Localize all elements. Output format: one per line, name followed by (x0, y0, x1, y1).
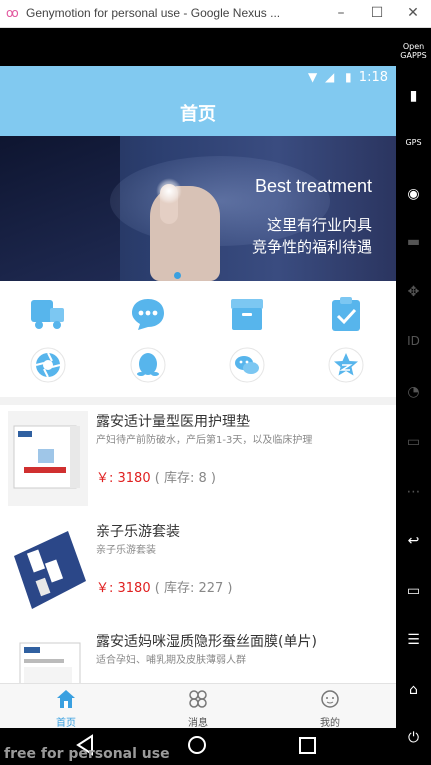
truck-icon[interactable] (30, 296, 66, 332)
product-image (8, 521, 88, 616)
messages-widget-icon[interactable]: ▭ (396, 434, 431, 450)
home-nav-icon[interactable] (188, 736, 206, 754)
signal-icon: ◢ (325, 70, 335, 84)
window-title: Genymotion for personal use - Google Nex… (26, 6, 281, 20)
media-widget-icon[interactable]: ▬ (396, 234, 431, 250)
carousel-indicator-dot[interactable] (174, 272, 181, 279)
tab-profile[interactable]: 我的 (264, 684, 396, 728)
tab-profile-label: 我的 (320, 718, 340, 728)
home-icon (57, 690, 75, 708)
tab-messages-label: 消息 (188, 718, 208, 728)
shutter-icon[interactable] (30, 347, 66, 383)
banner-line1: 这里有行业内具 (266, 216, 372, 234)
banner-headline: Best treatment (254, 176, 372, 196)
camera-widget-icon[interactable]: ◉ (396, 186, 431, 202)
genymotion-logo: oo (6, 6, 19, 20)
id-widget-icon[interactable]: ID (396, 334, 431, 348)
wifi-icon: ▼ (308, 70, 318, 84)
emulator-top-bezel (0, 28, 396, 66)
clover-icon (189, 690, 207, 708)
tab-home-label: 首页 (56, 718, 76, 728)
home-side-icon[interactable]: ⌂ (396, 682, 431, 698)
minimize-icon[interactable]: – (330, 2, 352, 24)
product-image (8, 411, 88, 506)
rss-widget-icon[interactable]: ◔ (396, 384, 431, 400)
status-time: 1:18 (358, 70, 388, 85)
banner-touch-glow (156, 178, 182, 204)
product-name: 亲子乐游套装 (96, 524, 180, 540)
status-bar: ▼ ◢ ▮ 1:18 (0, 66, 396, 90)
section-divider (0, 397, 396, 405)
wechat-icon[interactable] (229, 347, 265, 383)
recents-icon[interactable] (299, 737, 316, 754)
maximize-icon[interactable]: ☐ (366, 2, 388, 24)
page-title: 首页 (180, 104, 216, 125)
dpad-widget-icon[interactable]: ✥ (396, 284, 431, 300)
watermark-text: free for personal use (4, 746, 170, 762)
product-name: 露安适妈咪湿质隐形蚕丝面膜(单片) (96, 634, 317, 650)
product-item[interactable]: 亲子乐游套装 亲子乐游套装 ￥: 3180 ( 库存: 227 ) (0, 515, 396, 625)
app-bar: 首页 (0, 90, 396, 136)
box-icon[interactable] (229, 296, 265, 332)
product-item[interactable]: 露安适妈咪湿质隐形蚕丝面膜(单片) 适合孕妇、哺乳期及皮肤薄弱人群 (0, 625, 396, 683)
product-price: ￥: 3180 (96, 581, 151, 596)
product-price: ￥: 3180 (96, 471, 151, 486)
window-title-bar: oo Genymotion for personal use - Google … (0, 0, 431, 28)
qq-penguin-icon[interactable] (130, 347, 166, 383)
tab-home[interactable]: 首页 (0, 684, 132, 728)
bottom-tab-bar: 首页 消息 我的 (0, 683, 396, 728)
banner-line2: 竞争性的福利待遇 (251, 238, 372, 256)
product-name: 露安适计量型医用护理垫 (96, 414, 250, 430)
shortcut-grid (0, 281, 396, 396)
product-desc: 适合孕妇、哺乳期及皮肤薄弱人群 (96, 655, 246, 666)
product-stock: ( 库存: 8 ) (154, 471, 216, 486)
product-stock: ( 库存: 227 ) (154, 581, 233, 596)
face-icon (321, 690, 339, 708)
battery-icon: ▮ (345, 70, 352, 84)
star-icon[interactable] (328, 347, 364, 383)
battery-widget-icon[interactable]: ▮ (396, 88, 431, 104)
more-widget-icon[interactable]: ⋯ (396, 484, 431, 500)
gps-widget-icon[interactable]: GPS (396, 138, 431, 147)
opengapps-label[interactable]: Open GAPPS (396, 42, 431, 60)
chat-icon[interactable] (130, 296, 166, 332)
power-side-icon[interactable]: ⏻ (396, 730, 431, 746)
menu-side-icon[interactable]: ☰ (396, 632, 431, 648)
phone-screen: ▼ ◢ ▮ 1:18 首页 Best treatment 这里有行业内具 竞争性… (0, 66, 396, 728)
tab-messages[interactable]: 消息 (132, 684, 264, 728)
product-image (8, 631, 88, 683)
product-price-row: ￥: 3180 ( 库存: 8 ) (96, 467, 216, 486)
product-desc: 亲子乐游套装 (96, 545, 156, 556)
product-item[interactable]: 露安适计量型医用护理垫 产妇待产前防破水，产后第1-3天，以及临床护理 ￥: 3… (0, 405, 396, 515)
banner-carousel[interactable]: Best treatment 这里有行业内具 竞争性的福利待遇 (0, 136, 396, 281)
genymotion-sidebar: Open GAPPS ▮ GPS ◉ ▬ ✥ ID ◔ ▭ ⋯ ↩ ▭ ☰ ⌂ … (396, 28, 431, 761)
recents-side-icon[interactable]: ▭ (396, 583, 431, 599)
back-side-icon[interactable]: ↩ (396, 533, 431, 549)
close-icon[interactable]: ✕ (402, 2, 424, 24)
product-desc: 产妇待产前防破水，产后第1-3天，以及临床护理 (96, 435, 313, 446)
clipboard-check-icon[interactable] (328, 296, 364, 332)
product-price-row: ￥: 3180 ( 库存: 227 ) (96, 577, 232, 596)
product-list: 露安适计量型医用护理垫 产妇待产前防破水，产后第1-3天，以及临床护理 ￥: 3… (0, 405, 396, 683)
banner-suit-image (0, 136, 120, 281)
